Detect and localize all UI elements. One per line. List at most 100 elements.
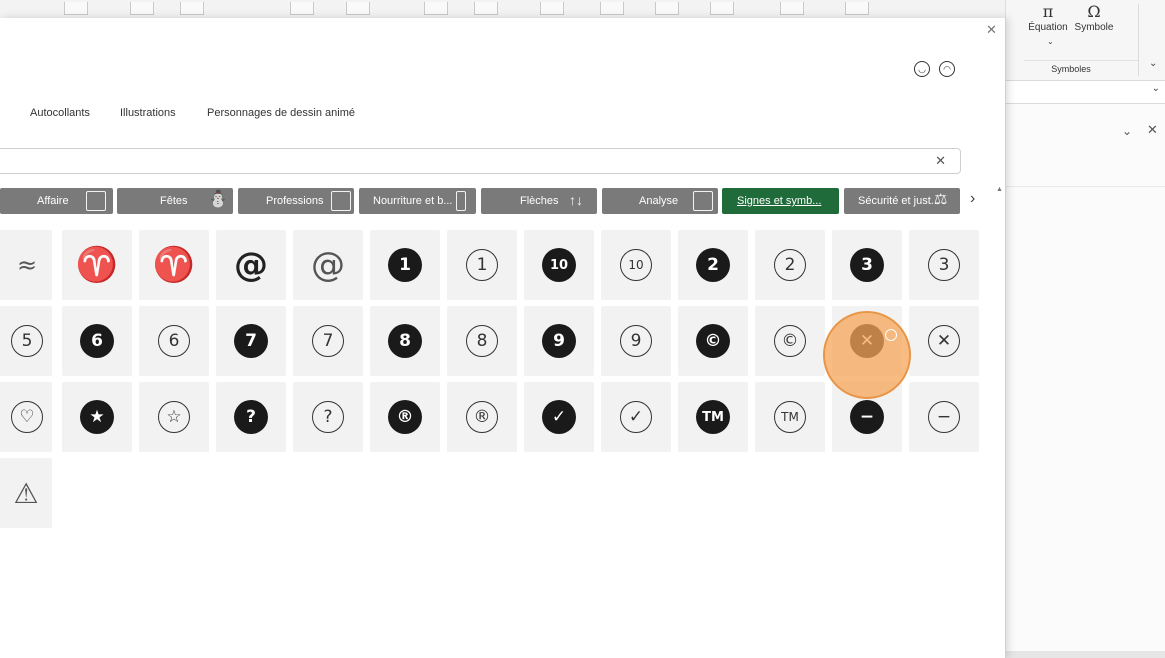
at-icon: @: [234, 245, 268, 285]
formula-bar[interactable]: ⌄: [1006, 81, 1165, 104]
icon-tile-6-filled[interactable]: 6: [62, 306, 132, 376]
category-affaire[interactable]: Affaire: [0, 188, 113, 214]
icon-tile-wave[interactable]: ≈: [0, 230, 52, 300]
icon-tile-7-outline[interactable]: 7: [293, 306, 363, 376]
icon-tile-10-outline[interactable]: 10: [601, 230, 671, 300]
trademark-icon: TM: [696, 400, 730, 434]
icon-tile-10-filled[interactable]: 10: [524, 230, 594, 300]
smile-feedback-icon[interactable]: ◡: [914, 61, 930, 77]
click-highlight: [823, 311, 911, 399]
icon-tile-minus-outline[interactable]: −: [909, 382, 979, 452]
icon-tile-copyright-outline[interactable]: ©: [755, 306, 825, 376]
category-nourriture[interactable]: Nourriture et b...: [359, 188, 476, 214]
icon-tile-star-filled[interactable]: ★: [62, 382, 132, 452]
category-securite[interactable]: Sécurité et just... ⚖: [844, 188, 960, 214]
background-ribbon: [0, 0, 1165, 19]
number-6-icon: 6: [80, 324, 114, 358]
wave-icon: ≈: [16, 251, 38, 279]
icon-tile-trademark-filled[interactable]: TM: [678, 382, 748, 452]
symbols-ribbon-group: π Équation ⌄ Ω Symbole Symboles ⌄: [1006, 0, 1165, 81]
close-icon[interactable]: ✕: [1147, 122, 1158, 138]
icon-tile-5-outline[interactable]: 5: [0, 306, 52, 376]
tab-personnages[interactable]: Personnages de dessin animé: [207, 107, 355, 119]
category-fleches[interactable]: Flèches ↑↓: [481, 188, 597, 214]
trademark-icon: TM: [774, 401, 806, 433]
icon-tile-9-outline[interactable]: 9: [601, 306, 671, 376]
icon-tile-8-filled[interactable]: 8: [370, 306, 440, 376]
ribbon-chart-icon: [540, 2, 564, 15]
icon-tile-registered-filled[interactable]: ®: [370, 382, 440, 452]
number-7-icon: 7: [312, 325, 344, 357]
category-label: Professions: [266, 195, 324, 207]
icon-tile-at-outline[interactable]: @: [293, 230, 363, 300]
icon-tile-at-filled[interactable]: @: [216, 230, 286, 300]
ribbon-text-icon: [845, 2, 869, 15]
icon-tile-check-outline[interactable]: ✓: [601, 382, 671, 452]
copyright-icon: ©: [774, 325, 806, 357]
minus-circle-icon: −: [928, 401, 960, 433]
chevron-down-icon[interactable]: ⌄: [1122, 124, 1132, 138]
icon-tile-8-outline[interactable]: 8: [447, 306, 517, 376]
icon-tile-1-filled[interactable]: 1: [370, 230, 440, 300]
clear-search-icon[interactable]: ✕: [935, 153, 946, 169]
cursor-dot: [885, 329, 897, 341]
number-8-icon: 8: [466, 325, 498, 357]
icon-tile-trademark-outline[interactable]: TM: [755, 382, 825, 452]
symbol-button[interactable]: Ω Symbole: [1070, 0, 1118, 50]
icon-tile-close-outline[interactable]: ✕: [909, 306, 979, 376]
insert-icons-dialog: ✕ ◡ ◠ Autocollants Illustrations Personn…: [0, 18, 1006, 658]
icon-tile-registered-outline[interactable]: ®: [447, 382, 517, 452]
checkmark-icon: ✓: [620, 401, 652, 433]
symbol-label: Symbole: [1074, 22, 1114, 33]
heart-icon: ♡: [11, 401, 43, 433]
close-icon[interactable]: ✕: [986, 22, 997, 38]
chevron-down-icon[interactable]: ⌄: [1149, 58, 1157, 69]
category-label: Sécurité et just...: [858, 195, 940, 207]
icon-tile-question-filled[interactable]: ?: [216, 382, 286, 452]
number-3-icon: 3: [850, 248, 884, 282]
category-label: Fêtes: [160, 195, 188, 207]
frown-feedback-icon[interactable]: ◠: [939, 61, 955, 77]
icon-tile-7-filled[interactable]: 7: [216, 306, 286, 376]
icon-tile-heart-outline[interactable]: ♡: [0, 382, 52, 452]
tab-autocollants[interactable]: Autocollants: [30, 107, 90, 119]
chart-icon: [693, 191, 713, 211]
divider: [1138, 4, 1139, 76]
ribbon-chart-icon: [290, 2, 314, 15]
ribbon-chart-icon: [710, 2, 734, 15]
search-input[interactable]: ✕: [0, 148, 961, 174]
icon-tile-check-filled[interactable]: ✓: [524, 382, 594, 452]
icon-tile-2-filled[interactable]: 2: [678, 230, 748, 300]
question-icon: ?: [312, 401, 344, 433]
aries-icon: ♈: [152, 245, 196, 285]
right-pane: π Équation ⌄ Ω Symbole Symboles ⌄ ⌄ ⌄ ✕: [1005, 0, 1165, 651]
icon-tile-copyright-filled[interactable]: ©: [678, 306, 748, 376]
scroll-up-arrow[interactable]: ▲: [996, 186, 1003, 193]
number-10-icon: 10: [620, 249, 652, 281]
close-circle-icon: ✕: [928, 325, 960, 357]
icon-tile-6-outline[interactable]: 6: [139, 306, 209, 376]
icon-tile-biohazard-warning[interactable]: ⚠: [0, 458, 52, 528]
worker-icon: [331, 191, 351, 211]
category-analyse[interactable]: Analyse: [602, 188, 718, 214]
chevron-down-icon[interactable]: ⌄: [1047, 37, 1054, 46]
star-icon: ☆: [158, 401, 190, 433]
category-professions[interactable]: Professions: [238, 188, 354, 214]
icon-tile-2-outline[interactable]: 2: [755, 230, 825, 300]
chevron-right-icon[interactable]: ›: [970, 190, 975, 208]
icon-tile-aries-outline[interactable]: ♈: [139, 230, 209, 300]
icon-tile-aries-filled[interactable]: ♈: [62, 230, 132, 300]
aries-icon: ♈: [75, 245, 119, 285]
icon-tile-3-filled[interactable]: 3: [832, 230, 902, 300]
icon-tile-3-outline[interactable]: 3: [909, 230, 979, 300]
chevron-down-icon[interactable]: ⌄: [1152, 83, 1160, 94]
category-fetes[interactable]: Fêtes ⛄: [117, 188, 233, 214]
icon-tile-1-outline[interactable]: 1: [447, 230, 517, 300]
icon-tile-star-outline[interactable]: ☆: [139, 382, 209, 452]
tab-illustrations[interactable]: Illustrations: [120, 107, 176, 119]
category-signes-et-symboles[interactable]: Signes et symb...: [722, 188, 839, 214]
registered-icon: ®: [466, 401, 498, 433]
icon-tile-9-filled[interactable]: 9: [524, 306, 594, 376]
number-8-icon: 8: [388, 324, 422, 358]
icon-tile-question-outline[interactable]: ?: [293, 382, 363, 452]
